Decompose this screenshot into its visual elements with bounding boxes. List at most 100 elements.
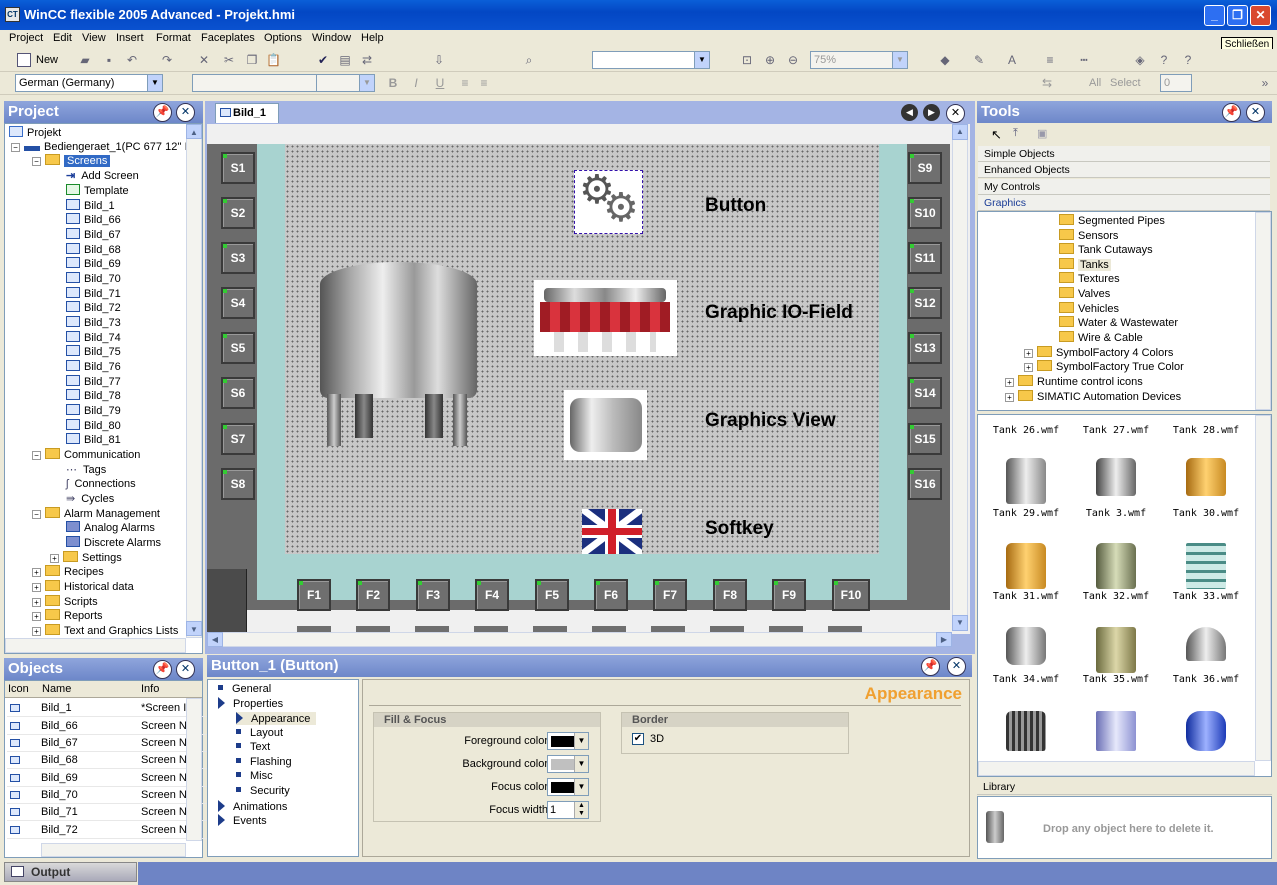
- objects-hscroll[interactable]: [41, 843, 186, 857]
- tank-29-graphic[interactable]: [1006, 458, 1046, 504]
- graphics-view[interactable]: [564, 390, 647, 460]
- gallery-hscroll[interactable]: [978, 761, 1255, 776]
- screen-item[interactable]: Bild_71: [66, 287, 121, 302]
- screen-item[interactable]: Bild_67: [66, 228, 121, 243]
- tank-37-graphic[interactable]: [1006, 711, 1046, 751]
- pin-icon[interactable]: 📌: [921, 657, 940, 676]
- softkey-s13[interactable]: S13: [908, 332, 942, 364]
- tank-38-graphic[interactable]: [1096, 711, 1136, 751]
- graphic-io-field[interactable]: [534, 280, 677, 356]
- pin-icon[interactable]: 📌: [153, 103, 172, 122]
- softkey-f5[interactable]: F5: [535, 579, 569, 611]
- help-book-icon[interactable]: ◈: [1133, 53, 1147, 67]
- softkey-s3[interactable]: S3: [221, 242, 255, 274]
- tree-communication[interactable]: − Communication: [32, 448, 140, 463]
- screen-item[interactable]: Bild_70: [66, 272, 121, 287]
- prop-misc[interactable]: Misc: [236, 770, 273, 782]
- line-dash-icon[interactable]: ┅: [1077, 53, 1091, 67]
- minimize-button[interactable]: _: [1204, 5, 1225, 26]
- tank-33-graphic[interactable]: [1186, 543, 1226, 589]
- border-3d-checkbox[interactable]: ✔: [632, 733, 644, 745]
- font-size-combo[interactable]: ▼: [316, 74, 375, 92]
- softkey-f8[interactable]: F8: [713, 579, 747, 611]
- softkey-s10[interactable]: S10: [908, 197, 942, 229]
- scroll-down-icon[interactable]: ▼: [952, 615, 968, 631]
- pin-icon[interactable]: 📌: [153, 660, 172, 679]
- cut-icon[interactable]: ✂: [222, 53, 236, 67]
- undo-icon[interactable]: ↶: [125, 53, 139, 67]
- prop-general[interactable]: General: [218, 683, 271, 695]
- redo-icon[interactable]: ↷: [160, 53, 174, 67]
- project-hscroll[interactable]: [5, 638, 186, 653]
- screen-item[interactable]: Bild_72: [66, 301, 121, 316]
- object-row[interactable]: Bild_71 Screen N: [7, 804, 207, 821]
- union-jack-graphic[interactable]: [582, 509, 642, 554]
- graphics-folder[interactable]: Wire & Cable: [1059, 331, 1143, 346]
- softkey-f6[interactable]: F6: [594, 579, 628, 611]
- softkey-s16[interactable]: S16: [908, 468, 942, 500]
- save-icon[interactable]: ▪: [102, 53, 116, 67]
- folder-new-icon[interactable]: ▣: [1037, 127, 1047, 140]
- tree-cycles[interactable]: ⇛ Cycles: [66, 492, 114, 507]
- focus-width-spinner[interactable]: 1 ▲ ▼: [547, 801, 589, 819]
- menu-view[interactable]: View: [82, 32, 106, 44]
- col-name[interactable]: Name: [42, 683, 71, 695]
- editor-close-icon[interactable]: ✕: [946, 104, 965, 123]
- tree-screens[interactable]: − Screens: [32, 154, 111, 169]
- close-button[interactable]: ✕: [1250, 5, 1271, 26]
- graphics-folder[interactable]: + SymbolFactory True Color: [1024, 360, 1184, 375]
- softkey-f10[interactable]: F10: [832, 579, 870, 611]
- graphics-folder[interactable]: + SymbolFactory 4 Colors: [1024, 346, 1173, 361]
- softkey-f4[interactable]: F4: [475, 579, 509, 611]
- tank-3-graphic[interactable]: [1096, 458, 1136, 496]
- menu-window[interactable]: Window: [312, 32, 351, 44]
- softkey-s2[interactable]: S2: [221, 197, 255, 229]
- zoom-combo-empty[interactable]: ▼: [592, 51, 710, 69]
- tree-settings[interactable]: + Settings: [50, 551, 122, 566]
- graphics-folder[interactable]: Textures: [1059, 272, 1120, 287]
- tank-35-graphic[interactable]: [1096, 627, 1136, 673]
- objects-vscroll[interactable]: [186, 698, 202, 841]
- tank-36-graphic[interactable]: [1186, 627, 1226, 661]
- check-icon[interactable]: ✔: [316, 53, 330, 67]
- prop-security[interactable]: Security: [236, 785, 290, 797]
- tank-39-graphic[interactable]: [1186, 711, 1226, 751]
- tree-recipes[interactable]: + Recipes: [32, 565, 104, 580]
- category-my-controls[interactable]: My Controls: [978, 179, 1270, 195]
- prop-animations[interactable]: Animations: [218, 800, 287, 813]
- zoom-combo[interactable]: 75% ▼: [810, 51, 908, 69]
- screen-item[interactable]: ⇥ Add Screen: [66, 169, 139, 184]
- menu-help[interactable]: Help: [361, 32, 384, 44]
- screen-item[interactable]: Bild_68: [66, 243, 121, 258]
- line-color-icon[interactable]: ✎: [972, 53, 986, 67]
- underline-icon[interactable]: U: [433, 76, 447, 90]
- object-row[interactable]: Bild_72 Screen N: [7, 822, 207, 839]
- delete-icon[interactable]: ✕: [197, 53, 211, 67]
- copy-icon[interactable]: ❐: [245, 53, 259, 67]
- screen-item[interactable]: Bild_1: [66, 199, 115, 214]
- scroll-left-icon[interactable]: ◀: [207, 632, 223, 647]
- object-row[interactable]: Bild_68 Screen N: [7, 752, 207, 769]
- context-help-icon[interactable]: ?: [1181, 53, 1195, 67]
- col-icon[interactable]: Icon: [8, 683, 29, 695]
- screen-item[interactable]: Bild_81: [66, 433, 121, 448]
- graphics-tree-vscroll[interactable]: [1255, 212, 1271, 410]
- menu-edit[interactable]: Edit: [53, 32, 72, 44]
- output-tab[interactable]: Output: [4, 862, 137, 882]
- softkey-f1[interactable]: F1: [297, 579, 331, 611]
- object-row[interactable]: Bild_1 *Screen I: [7, 700, 207, 717]
- tank-31-graphic[interactable]: [1006, 543, 1046, 589]
- softkey-s6[interactable]: S6: [221, 377, 255, 409]
- bold-icon[interactable]: B: [386, 76, 400, 90]
- tree-scripts[interactable]: + Scripts: [32, 595, 98, 610]
- tank-30-graphic[interactable]: [1186, 458, 1226, 496]
- language-combo[interactable]: German (Germany) ▼: [15, 74, 163, 92]
- tree-connections[interactable]: ʃ Connections: [66, 477, 136, 492]
- softkey-s14[interactable]: S14: [908, 377, 942, 409]
- tree-reports[interactable]: + Reports: [32, 609, 103, 624]
- spinner-arrows-icon[interactable]: ▲ ▼: [574, 802, 588, 818]
- object-row[interactable]: Bild_69 Screen N: [7, 770, 207, 787]
- panel-close-icon[interactable]: ✕: [176, 103, 195, 122]
- graphics-folder-selected[interactable]: Tanks: [1059, 258, 1111, 273]
- panel-close-icon[interactable]: ✕: [176, 660, 195, 679]
